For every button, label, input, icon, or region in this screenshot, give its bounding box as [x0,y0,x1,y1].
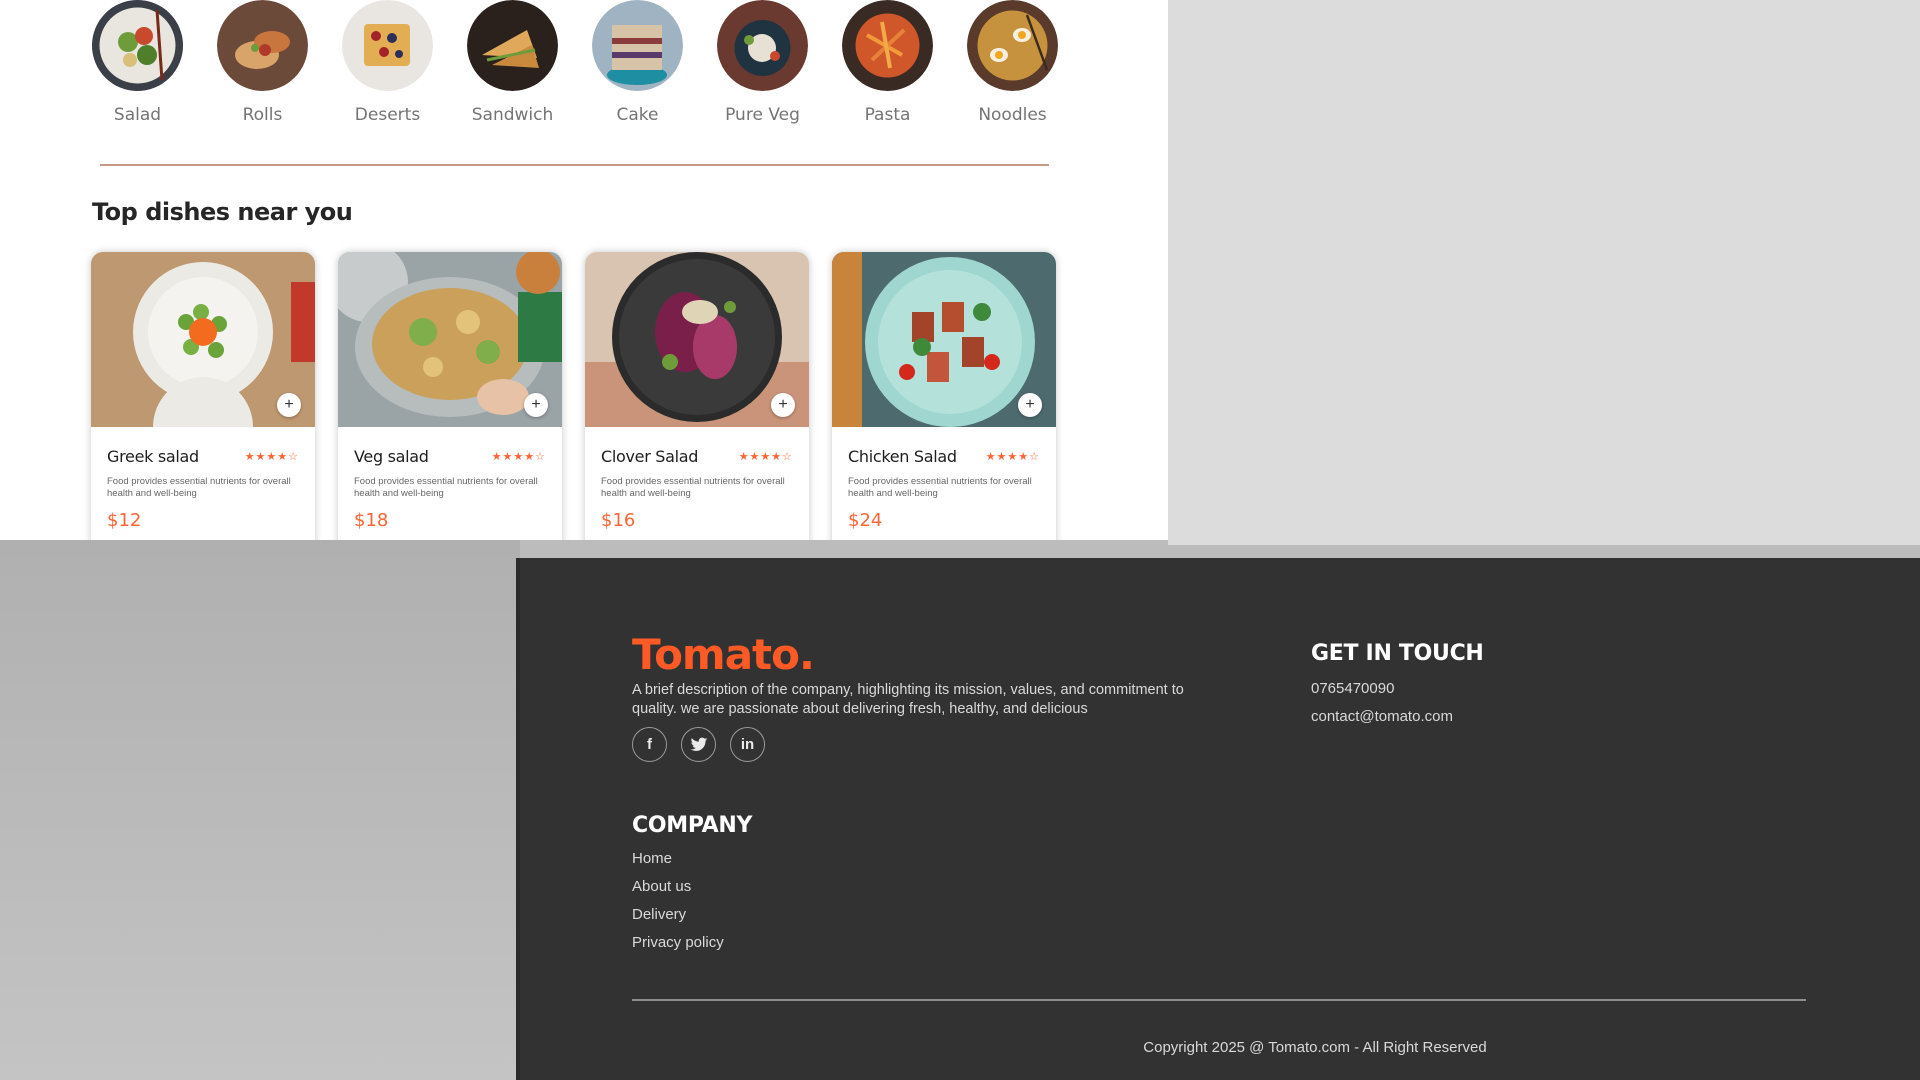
twitter-icon[interactable] [681,727,716,762]
cake-image [592,0,683,91]
linkedin-icon[interactable]: in [730,727,765,762]
dish-price: $18 [354,510,389,531]
dish-image: + [338,252,562,427]
dish-name: Veg salad [354,447,429,466]
category-label: Sandwich [471,105,554,125]
dish-name: Clover Salad [601,447,699,466]
dish-price: $16 [601,510,636,531]
background-panel-left [0,540,520,1080]
category-sandwich[interactable]: Sandwich [467,0,558,125]
add-to-cart-button[interactable]: + [524,393,548,417]
footer-link-home[interactable]: Home [632,850,724,878]
dish-image: + [832,252,1056,427]
rating-stars-icon: ★★★★☆ [491,451,546,463]
category-list: Salad Rolls Deserts Sandwich Cake Pure V… [92,0,1058,125]
dish-description: Food provides essential nutrients for ov… [848,476,1032,499]
company-title: COMPANY [632,813,753,838]
rating-stars-icon: ★★★★☆ [244,451,299,463]
dish-card[interactable]: + Veg salad ★★★★☆ Food provides essentia… [338,252,562,540]
add-to-cart-button[interactable]: + [277,393,301,417]
dish-card[interactable]: + Clover Salad ★★★★☆ Food provides essen… [585,252,809,540]
noodles-image [967,0,1058,91]
background-panel-right [1168,0,1920,545]
rating-stars-icon: ★★★★☆ [985,451,1040,463]
dish-card[interactable]: + Greek salad ★★★★☆ Food provides essent… [91,252,315,540]
sandwich-image [467,0,558,91]
category-label: Deserts [354,105,421,125]
category-cake[interactable]: Cake [592,0,683,125]
footer: Tomato. A brief description of the compa… [516,558,1920,1080]
social-links: f in [632,727,765,762]
category-pure-veg[interactable]: Pure Veg [717,0,808,125]
category-label: Rolls [242,105,283,125]
company-links: Home About us Delivery Privacy policy [632,850,724,962]
copyright-text: Copyright 2025 @ Tomato.com - All Right … [1143,1039,1487,1056]
add-to-cart-button[interactable]: + [1018,393,1042,417]
dish-image: + [91,252,315,427]
footer-divider [632,999,1806,1001]
dish-card[interactable]: + Chicken Salad ★★★★☆ Food provides esse… [832,252,1056,540]
category-label: Pure Veg [725,105,800,125]
pasta-image [842,0,933,91]
dish-name: Chicken Salad [848,447,957,466]
rating-stars-icon: ★★★★☆ [738,451,793,463]
salad-image [92,0,183,91]
footer-link-privacy-policy[interactable]: Privacy policy [632,934,724,962]
footer-link-about-us[interactable]: About us [632,878,724,906]
category-deserts[interactable]: Deserts [342,0,433,125]
category-label: Noodles [978,105,1047,125]
dish-name: Greek salad [107,447,199,466]
rolls-image [217,0,308,91]
facebook-icon[interactable]: f [632,727,667,762]
footer-link-delivery[interactable]: Delivery [632,906,724,934]
company-description: A brief description of the company, high… [632,682,1184,717]
dish-list: + Greek salad ★★★★☆ Food provides essent… [91,252,1056,540]
dish-description: Food provides essential nutrients for ov… [107,476,291,499]
section-title: Top dishes near you [92,198,353,226]
category-label: Salad [113,105,162,125]
dish-price: $12 [107,510,142,531]
deserts-image [342,0,433,91]
section-divider [100,164,1049,166]
category-salad[interactable]: Salad [92,0,183,125]
get-in-touch-title: GET IN TOUCH [1311,641,1484,666]
category-label: Cake [616,105,659,125]
add-to-cart-button[interactable]: + [771,393,795,417]
category-pasta[interactable]: Pasta [842,0,933,125]
dish-description: Food provides essential nutrients for ov… [354,476,538,499]
dish-image: + [585,252,809,427]
category-label: Pasta [864,105,911,125]
email-link[interactable]: contact@tomato.com [1311,708,1453,725]
category-rolls[interactable]: Rolls [217,0,308,125]
main-page: Salad Rolls Deserts Sandwich Cake Pure V… [0,0,1168,540]
phone-number[interactable]: 0765470090 [1311,680,1394,697]
pure-veg-image [717,0,808,91]
logo[interactable]: Tomato. [632,630,815,679]
category-noodles[interactable]: Noodles [967,0,1058,125]
dish-description: Food provides essential nutrients for ov… [601,476,785,499]
dish-price: $24 [848,510,883,531]
